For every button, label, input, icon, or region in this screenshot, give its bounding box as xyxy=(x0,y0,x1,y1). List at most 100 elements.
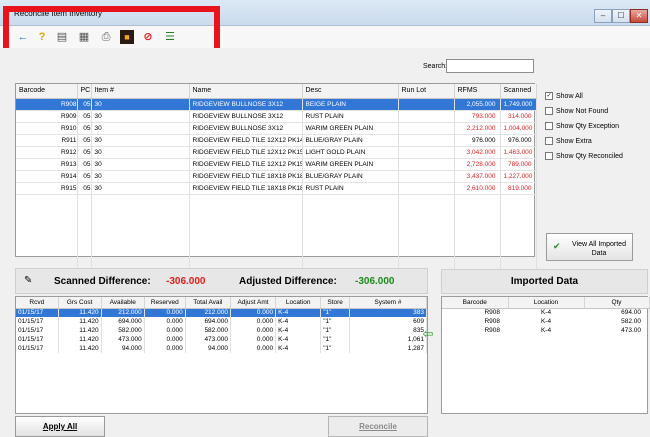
stock-cell: 1,061 xyxy=(349,335,428,344)
show-extra-checkbox[interactable]: Show Extra xyxy=(545,137,650,152)
table-row[interactable]: R909 05 30 RIDGEVIEW BULLNOSE 3X12 RUST PLAI… xyxy=(16,110,537,123)
search-label: Search: xyxy=(423,63,448,70)
table-cell: 05 xyxy=(77,134,92,147)
stock-cell: 473.000 xyxy=(185,335,231,344)
show-qty-reconciled-checkbox[interactable]: Show Qty Reconciled xyxy=(545,152,650,167)
stock-detail-column-header[interactable]: System # xyxy=(349,297,428,309)
table-cell: 05 xyxy=(77,110,92,123)
imported-cell: 582.00 xyxy=(621,318,641,325)
table-row[interactable]: R914 05 30 RIDGEVIEW FIELD TILE 18X18 PK18.… xyxy=(16,170,537,183)
stock-row[interactable]: 01/15/17 11.420 694.000 0.000 694.000 0.000 K-… xyxy=(16,317,428,326)
imported-row[interactable]: R908 K-4 582.00 xyxy=(442,317,649,326)
stock-cell: 01/15/17 xyxy=(16,317,59,326)
imported-cell: R908 xyxy=(484,327,500,334)
stock-detail-column-header[interactable]: Store xyxy=(320,297,350,309)
stock-detail-column-header[interactable]: Reserved xyxy=(144,297,186,309)
stock-cell: 11.420 xyxy=(58,308,102,317)
stock-detail-column-header[interactable]: Total Avail xyxy=(185,297,231,309)
imported-data-body: R908 K-4 694.00 R908 K-4 582.00 R908 K-4 473.00 xyxy=(442,308,649,335)
show-not-found-checkbox[interactable]: Show Not Found xyxy=(545,107,650,122)
stock-row[interactable]: 01/15/17 11.420 473.000 0.000 473.000 0.000 K-… xyxy=(16,335,428,344)
transfer-left-arrow-icon[interactable]: ⇦ xyxy=(421,327,435,342)
table-cell: 1,749.000 xyxy=(500,98,537,111)
stock-cell: 01/15/17 xyxy=(16,344,59,353)
imported-column-header[interactable]: Location xyxy=(508,297,585,309)
grid-column-header[interactable]: RFMS xyxy=(454,84,501,99)
minimize-button[interactable]: – xyxy=(594,9,612,23)
table-cell: BLUE/GRAY PLAIN xyxy=(302,170,399,183)
grid-column-header[interactable]: Scanned xyxy=(500,84,537,99)
stock-detail-column-header[interactable]: Adjust Amt xyxy=(230,297,277,309)
table-cell: 30 xyxy=(91,134,190,147)
apply-all-button[interactable]: Apply All xyxy=(15,416,105,437)
grid-column-header[interactable]: Run Lot xyxy=(398,84,455,99)
table-cell: RIDGEVIEW BULLNOSE 3X12 xyxy=(189,98,303,111)
stock-cell: 0.000 xyxy=(230,317,277,326)
search-input[interactable] xyxy=(446,59,534,73)
stock-row[interactable]: 01/15/17 11.420 212.000 0.000 212.000 0.000 K-… xyxy=(16,308,428,317)
stock-detail-column-header[interactable]: Available xyxy=(101,297,145,309)
grid-column-header[interactable]: Name xyxy=(189,84,303,99)
stock-cell: 11.420 xyxy=(58,335,102,344)
stock-detail-column-header[interactable]: Location xyxy=(275,297,322,309)
table-cell: RIDGEVIEW FIELD TILE 12X12 PK15. xyxy=(189,158,303,171)
table-cell: 314.000 xyxy=(500,110,537,123)
table-cell: 05 xyxy=(77,122,92,135)
table-cell xyxy=(398,122,455,135)
table-row[interactable]: R908 05 30 RIDGEVIEW BULLNOSE 3X12 BEIGE PLA… xyxy=(16,98,537,111)
stock-cell: K-4 xyxy=(275,308,322,317)
stock-cell: "1" xyxy=(320,344,350,353)
stock-cell: 0.000 xyxy=(230,326,277,335)
stock-row[interactable]: 01/15/17 11.420 94.000 0.000 94.000 0.000 K-4 "… xyxy=(16,344,428,353)
table-cell: 976.000 xyxy=(500,134,537,147)
imported-row[interactable]: R908 K-4 694.00 xyxy=(442,308,649,317)
table-cell: BLUE/GRAY PLAIN xyxy=(302,134,399,147)
grid-column-header[interactable]: PC xyxy=(77,84,92,99)
table-row[interactable]: R912 05 30 RIDGEVIEW FIELD TILE 12X12 PK15.… xyxy=(16,146,537,159)
stock-detail-column-header[interactable]: Rcvd xyxy=(16,297,59,309)
maximize-button[interactable]: ☐ xyxy=(612,9,630,23)
grid-column-header[interactable]: Item # xyxy=(91,84,190,99)
stock-cell: 694.000 xyxy=(101,317,145,326)
stock-cell: 11.420 xyxy=(58,326,102,335)
view-all-imported-button[interactable]: ✔ View All Imported Data xyxy=(546,233,633,261)
table-cell: 2,055.000 xyxy=(454,98,501,111)
stock-detail-column-header[interactable]: Grs Cost xyxy=(58,297,102,309)
show-all-checkbox[interactable]: ✓ Show All xyxy=(545,92,650,107)
adjusted-difference-label: Adjusted Difference: xyxy=(239,276,337,287)
imported-column-header[interactable]: Qty xyxy=(584,297,650,309)
imported-column-header[interactable]: Barcode xyxy=(442,297,509,309)
adjusted-difference-value: -306.000 xyxy=(355,276,395,287)
table-cell xyxy=(398,98,455,111)
table-cell: RIDGEVIEW BULLNOSE 3X12 xyxy=(189,122,303,135)
stock-cell: K-4 xyxy=(275,335,322,344)
stock-cell: "1" xyxy=(320,317,350,326)
table-cell: RIDGEVIEW FIELD TILE 12X12 PK14. xyxy=(189,134,303,147)
imported-row[interactable]: R908 K-4 473.00 xyxy=(442,326,649,335)
table-cell: R909 xyxy=(16,110,78,123)
table-cell: BEIGE PLAIN xyxy=(302,98,399,111)
stock-cell: "1" xyxy=(320,326,350,335)
stock-cell: 473.000 xyxy=(101,335,145,344)
table-row[interactable]: R913 05 30 RIDGEVIEW FIELD TILE 12X12 PK15.… xyxy=(16,158,537,171)
stock-detail-header: Rcvd Grs Cost Available Reserved Total Avail… xyxy=(16,297,428,309)
imported-data-grid: Barcode Location Qty R908 K-4 694.00 R908 K-4 5… xyxy=(441,296,650,414)
table-row[interactable]: R910 05 30 RIDGEVIEW BULLNOSE 3X12 WARIM GRE… xyxy=(16,122,537,135)
stock-cell: 0.000 xyxy=(144,344,186,353)
table-cell: RIDGEVIEW FIELD TILE 12X12 PK15. xyxy=(189,146,303,159)
grid-column-header[interactable]: Barcode xyxy=(16,84,78,99)
stock-cell: 582.000 xyxy=(101,326,145,335)
stock-detail-grid: Rcvd Grs Cost Available Reserved Total Avail… xyxy=(15,296,428,414)
table-cell: 1,463.000 xyxy=(500,146,537,159)
scanned-difference-label: Scanned Difference: xyxy=(54,276,151,287)
close-button[interactable]: ✕ xyxy=(630,9,648,23)
table-cell: 1,227.000 xyxy=(500,170,537,183)
table-row[interactable]: R915 05 30 RIDGEVIEW FIELD TILE 18X18 PK18.… xyxy=(16,182,537,195)
table-cell: 05 xyxy=(77,158,92,171)
header-strip xyxy=(0,48,650,76)
reconcile-button[interactable]: Reconcile xyxy=(328,416,428,437)
stock-row[interactable]: 01/15/17 11.420 582.000 0.000 582.000 0.000 K-… xyxy=(16,326,428,335)
grid-column-header[interactable]: Desc xyxy=(302,84,399,99)
table-row[interactable]: R911 05 30 RIDGEVIEW FIELD TILE 12X12 PK14.… xyxy=(16,134,537,147)
show-qty-exception-checkbox[interactable]: Show Qty Exception xyxy=(545,122,650,137)
